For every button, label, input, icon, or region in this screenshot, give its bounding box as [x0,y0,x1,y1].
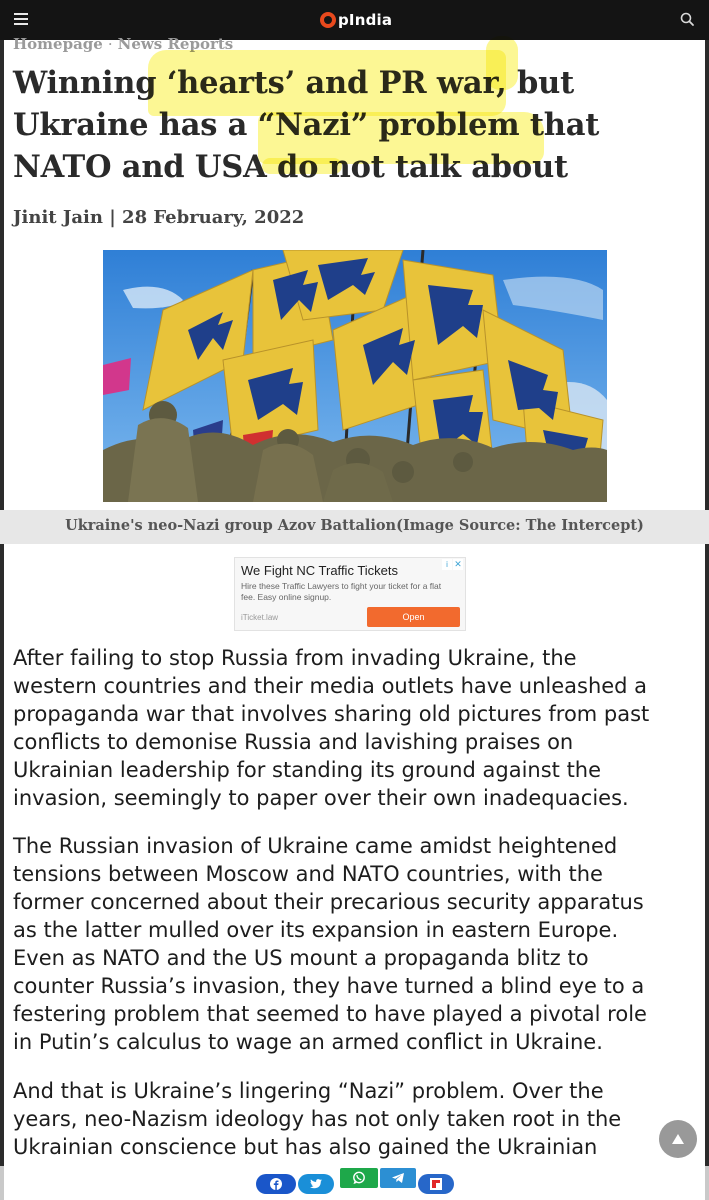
flags-photo-illustration [103,250,607,502]
whatsapp-icon [353,1171,365,1184]
paragraph-line: invasion, seemingly to paper over their … [13,786,629,810]
article-paragraph: The Russian invasion of Ukraine came ami… [13,832,703,1056]
paragraph-line: conflicts to demonise Russia and lavishi… [13,730,574,754]
paragraph-line: festering problem that seemed to have pl… [13,1002,647,1026]
breadcrumb-separator: · [107,36,113,53]
paragraph-line: western countries and their media outlet… [13,674,648,698]
advertisement[interactable]: We Fight NC Traffic Tickets Hire these T… [234,557,466,631]
paragraph-line: After failing to stop Russia from invadi… [13,646,577,670]
telegram-share-button[interactable] [380,1168,416,1188]
paragraph-line: in Putin’s calculus to wage an armed con… [13,1030,603,1054]
twitter-share-button[interactable] [298,1174,334,1194]
logo-mark-icon [320,12,336,28]
flipboard-share-button[interactable] [418,1174,454,1194]
screen-frame-left [0,0,4,1200]
ad-open-button[interactable]: Open [367,607,460,627]
telegram-icon [392,1173,404,1183]
paragraph-line: former concerned about their precarious … [13,890,644,914]
ad-info-icon[interactable]: i [442,559,452,570]
paragraph-line: years, neo-Nazism ideology has not only … [13,1107,622,1131]
arrow-up-icon [672,1134,684,1144]
scroll-to-top-button[interactable] [659,1120,697,1158]
paragraph-line: counter Russia’s invasion, they have tur… [13,974,645,998]
article-paragraph: And that is Ukraine’s lingering “Nazi” p… [13,1077,703,1161]
ad-close-icon[interactable]: ✕ [453,559,463,570]
headline-line: Winning ‘hearts’ and PR war, but [13,65,574,101]
flipboard-icon [430,1178,442,1190]
breadcrumb-home-link[interactable]: Homepage [13,36,103,53]
paragraph-line: The Russian invasion of Ukraine came ami… [13,834,618,858]
article-hero-image[interactable] [103,250,607,502]
article-paragraph: After failing to stop Russia from invadi… [13,644,703,812]
top-navigation-bar: pIndia [0,0,709,40]
article-byline: Jinit Jain | 28 February, 2022 [13,207,305,228]
facebook-icon [270,1178,282,1190]
screen-frame-right [705,0,709,1200]
search-icon[interactable] [679,11,697,29]
ad-choices[interactable]: i ✕ [442,559,464,570]
ad-text: Hire these Traffic Lawyers to fight your… [241,581,442,602]
breadcrumb: Homepage · News Reports [13,36,233,54]
hamburger-menu-icon[interactable] [14,13,28,25]
paragraph-line: tensions between Moscow and NATO countri… [13,862,603,886]
breadcrumb-section-link[interactable]: News Reports [118,36,234,53]
twitter-icon [310,1179,322,1189]
ad-title[interactable]: We Fight NC Traffic Tickets [241,563,398,578]
headline-line: Ukraine has a “Nazi” problem that [13,107,600,143]
ad-domain: iTicket.law [241,613,279,622]
article-headline: Winning ‘hearts’ and PR war, but Ukraine… [13,62,693,188]
facebook-share-button[interactable] [256,1174,296,1194]
paragraph-line: Ukrainian conscience but has also gained… [13,1135,598,1159]
headline-line: NATO and USA do not talk about [13,149,568,185]
paragraph-line: And that is Ukraine’s lingering “Nazi” p… [13,1079,604,1103]
paragraph-line: propaganda war that involves sharing old… [13,702,650,726]
image-caption: Ukraine's neo-Nazi group Azov Battalion(… [65,517,644,534]
paragraph-line: Ukrainian leadership for standing its gr… [13,758,602,782]
whatsapp-share-button[interactable] [340,1168,378,1188]
site-logo[interactable]: pIndia [320,9,392,31]
logo-text: pIndia [338,11,393,29]
paragraph-line: as the latter mulled over its expansion … [13,918,619,942]
paragraph-line: Even as NATO and the US mount a propagan… [13,946,589,970]
